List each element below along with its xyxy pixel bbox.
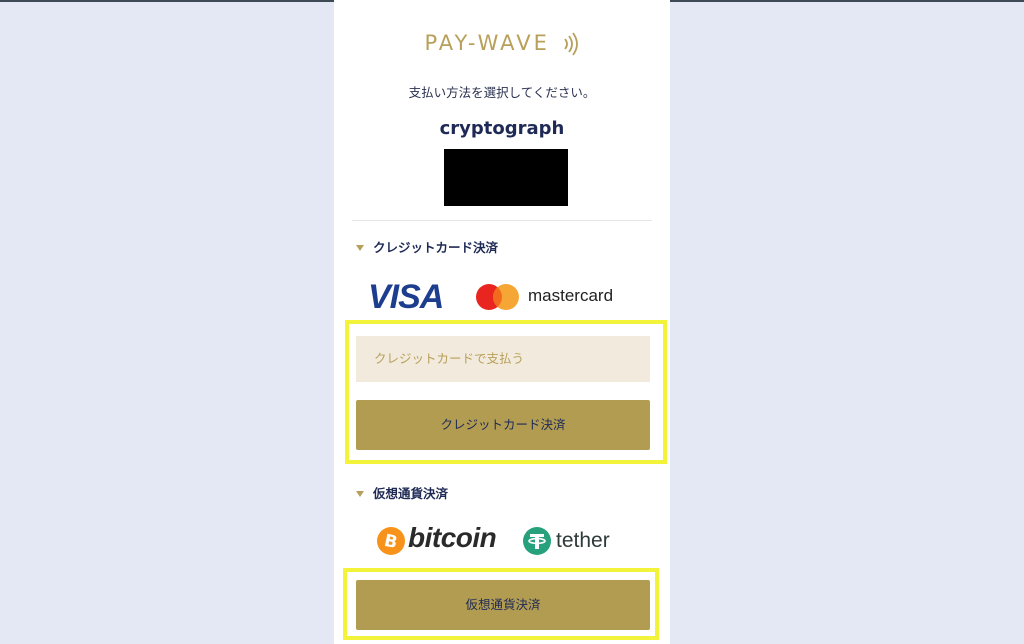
crypto-section-label: 仮想通貨決済 [373, 486, 449, 501]
bitcoin-logo-text: bitcoin [408, 522, 497, 553]
merchant-name: cryptograph [439, 118, 565, 139]
credit-pay-button[interactable]: クレジットカード決済 [356, 400, 650, 450]
crypto-section-title: 仮想通貨決済 [356, 483, 448, 502]
payment-panel: PAY-WAVE 支払い方法を選択してください。 cryptograph クレジ… [334, 0, 670, 644]
credit-section-title: クレジットカード決済 [356, 237, 498, 256]
triangle-down-icon [356, 244, 364, 251]
mastercard-circles-icon [476, 284, 519, 310]
redacted-block [444, 149, 568, 206]
divider [352, 220, 652, 221]
credit-section-label: クレジットカード決済 [373, 240, 499, 255]
tether-logo-text: tether [556, 529, 610, 552]
logo-text: PAY-WAVE [424, 31, 550, 55]
bitcoin-icon: B [377, 527, 405, 555]
instruction-text: 支払い方法を選択してください。 [408, 85, 596, 100]
crypto-pay-button[interactable]: 仮想通貨決済 [356, 580, 650, 630]
credit-pay-field[interactable]: クレジットカードで支払う [356, 336, 650, 382]
triangle-down-icon [356, 490, 364, 497]
contactless-icon [563, 32, 578, 56]
tether-icon [523, 527, 551, 555]
visa-logo: VISA [368, 278, 444, 316]
paywave-logo: PAY-WAVE [334, 31, 670, 56]
mastercard-logo-text: mastercard [528, 286, 614, 305]
